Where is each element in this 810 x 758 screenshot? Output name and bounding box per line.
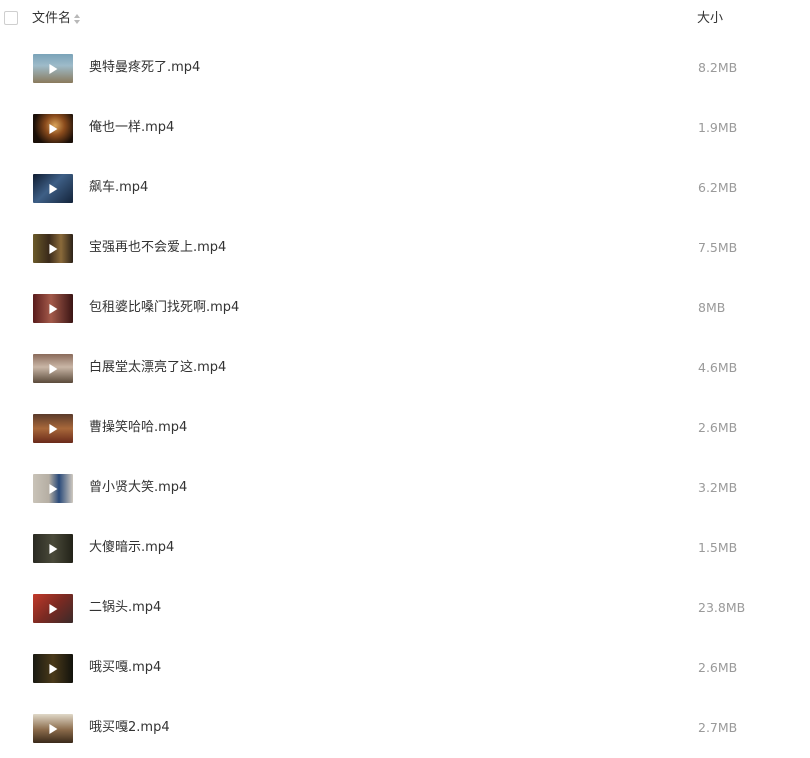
video-thumbnail[interactable] bbox=[33, 234, 73, 263]
play-icon bbox=[49, 543, 58, 554]
file-name[interactable]: 奥特曼疼死了.mp4 bbox=[89, 59, 200, 77]
play-icon bbox=[49, 303, 58, 314]
file-size: 23.8MB bbox=[698, 600, 746, 615]
play-icon bbox=[49, 663, 58, 674]
play-icon bbox=[49, 603, 58, 614]
file-size: 1.5MB bbox=[698, 540, 738, 555]
file-row[interactable]: 宝强再也不会爱上.mp4 7.5MB bbox=[0, 218, 810, 278]
file-size: 3.2MB bbox=[698, 480, 738, 495]
file-row[interactable]: 曾小贤大笑.mp4 3.2MB bbox=[0, 458, 810, 518]
file-size: 6.2MB bbox=[698, 180, 738, 195]
play-icon bbox=[49, 123, 58, 134]
file-size: 7.5MB bbox=[698, 240, 738, 255]
file-row[interactable]: 飙车.mp4 6.2MB bbox=[0, 158, 810, 218]
file-name[interactable]: 白展堂太漂亮了这.mp4 bbox=[89, 359, 226, 377]
file-name[interactable]: 哦买嘎2.mp4 bbox=[89, 719, 170, 737]
video-thumbnail[interactable] bbox=[33, 174, 73, 203]
file-size: 1.9MB bbox=[698, 120, 738, 135]
file-name[interactable]: 包租婆比嗓门找死啊.mp4 bbox=[89, 299, 239, 317]
file-name[interactable]: 大傻暗示.mp4 bbox=[89, 539, 174, 557]
video-thumbnail[interactable] bbox=[33, 594, 73, 623]
file-row[interactable]: 白展堂太漂亮了这.mp4 4.6MB bbox=[0, 338, 810, 398]
file-size: 2.7MB bbox=[698, 720, 738, 735]
file-size: 2.6MB bbox=[698, 420, 738, 435]
file-row[interactable]: 曹操笑哈哈.mp4 2.6MB bbox=[0, 398, 810, 458]
video-thumbnail[interactable] bbox=[33, 474, 73, 503]
file-name[interactable]: 二锅头.mp4 bbox=[89, 599, 161, 617]
video-thumbnail[interactable] bbox=[33, 714, 73, 743]
file-list: 奥特曼疼死了.mp4 8.2MB 俺也一样.mp4 1.9MB 飙车.mp4 6… bbox=[0, 38, 810, 758]
file-name[interactable]: 宝强再也不会爱上.mp4 bbox=[89, 239, 226, 257]
video-thumbnail[interactable] bbox=[33, 534, 73, 563]
video-thumbnail[interactable] bbox=[33, 354, 73, 383]
play-icon bbox=[49, 63, 58, 74]
file-row[interactable]: 包租婆比嗓门找死啊.mp4 8MB bbox=[0, 278, 810, 338]
file-name[interactable]: 曹操笑哈哈.mp4 bbox=[89, 419, 187, 437]
play-icon bbox=[49, 723, 58, 734]
column-header-size[interactable]: 大小 bbox=[697, 10, 723, 28]
file-name[interactable]: 俺也一样.mp4 bbox=[89, 119, 174, 137]
file-size: 8.2MB bbox=[698, 60, 738, 75]
video-thumbnail[interactable] bbox=[33, 294, 73, 323]
file-size: 2.6MB bbox=[698, 660, 738, 675]
file-size: 8MB bbox=[698, 300, 726, 315]
video-thumbnail[interactable] bbox=[33, 54, 73, 83]
video-thumbnail[interactable] bbox=[33, 654, 73, 683]
file-row[interactable]: 哦买嘎.mp4 2.6MB bbox=[0, 638, 810, 698]
file-row[interactable]: 俺也一样.mp4 1.9MB bbox=[0, 98, 810, 158]
column-header-name-label: 文件名 bbox=[32, 11, 72, 26]
file-row[interactable]: 二锅头.mp4 23.8MB bbox=[0, 578, 810, 638]
file-size: 4.6MB bbox=[698, 360, 738, 375]
play-icon bbox=[49, 363, 58, 374]
file-name[interactable]: 哦买嘎.mp4 bbox=[89, 659, 161, 677]
file-name[interactable]: 飙车.mp4 bbox=[89, 179, 148, 197]
play-icon bbox=[49, 483, 58, 494]
file-row[interactable]: 哦买嘎2.mp4 2.7MB bbox=[0, 698, 810, 758]
file-list-header: 文件名 大小 bbox=[0, 0, 810, 38]
video-thumbnail[interactable] bbox=[33, 114, 73, 143]
column-header-name[interactable]: 文件名 bbox=[32, 10, 81, 28]
video-thumbnail[interactable] bbox=[33, 414, 73, 443]
play-icon bbox=[49, 183, 58, 194]
play-icon bbox=[49, 423, 58, 434]
select-all-checkbox[interactable] bbox=[4, 11, 18, 25]
sort-icon[interactable] bbox=[74, 13, 81, 25]
play-icon bbox=[49, 243, 58, 254]
file-row[interactable]: 奥特曼疼死了.mp4 8.2MB bbox=[0, 38, 810, 98]
file-name[interactable]: 曾小贤大笑.mp4 bbox=[89, 479, 187, 497]
file-row[interactable]: 大傻暗示.mp4 1.5MB bbox=[0, 518, 810, 578]
